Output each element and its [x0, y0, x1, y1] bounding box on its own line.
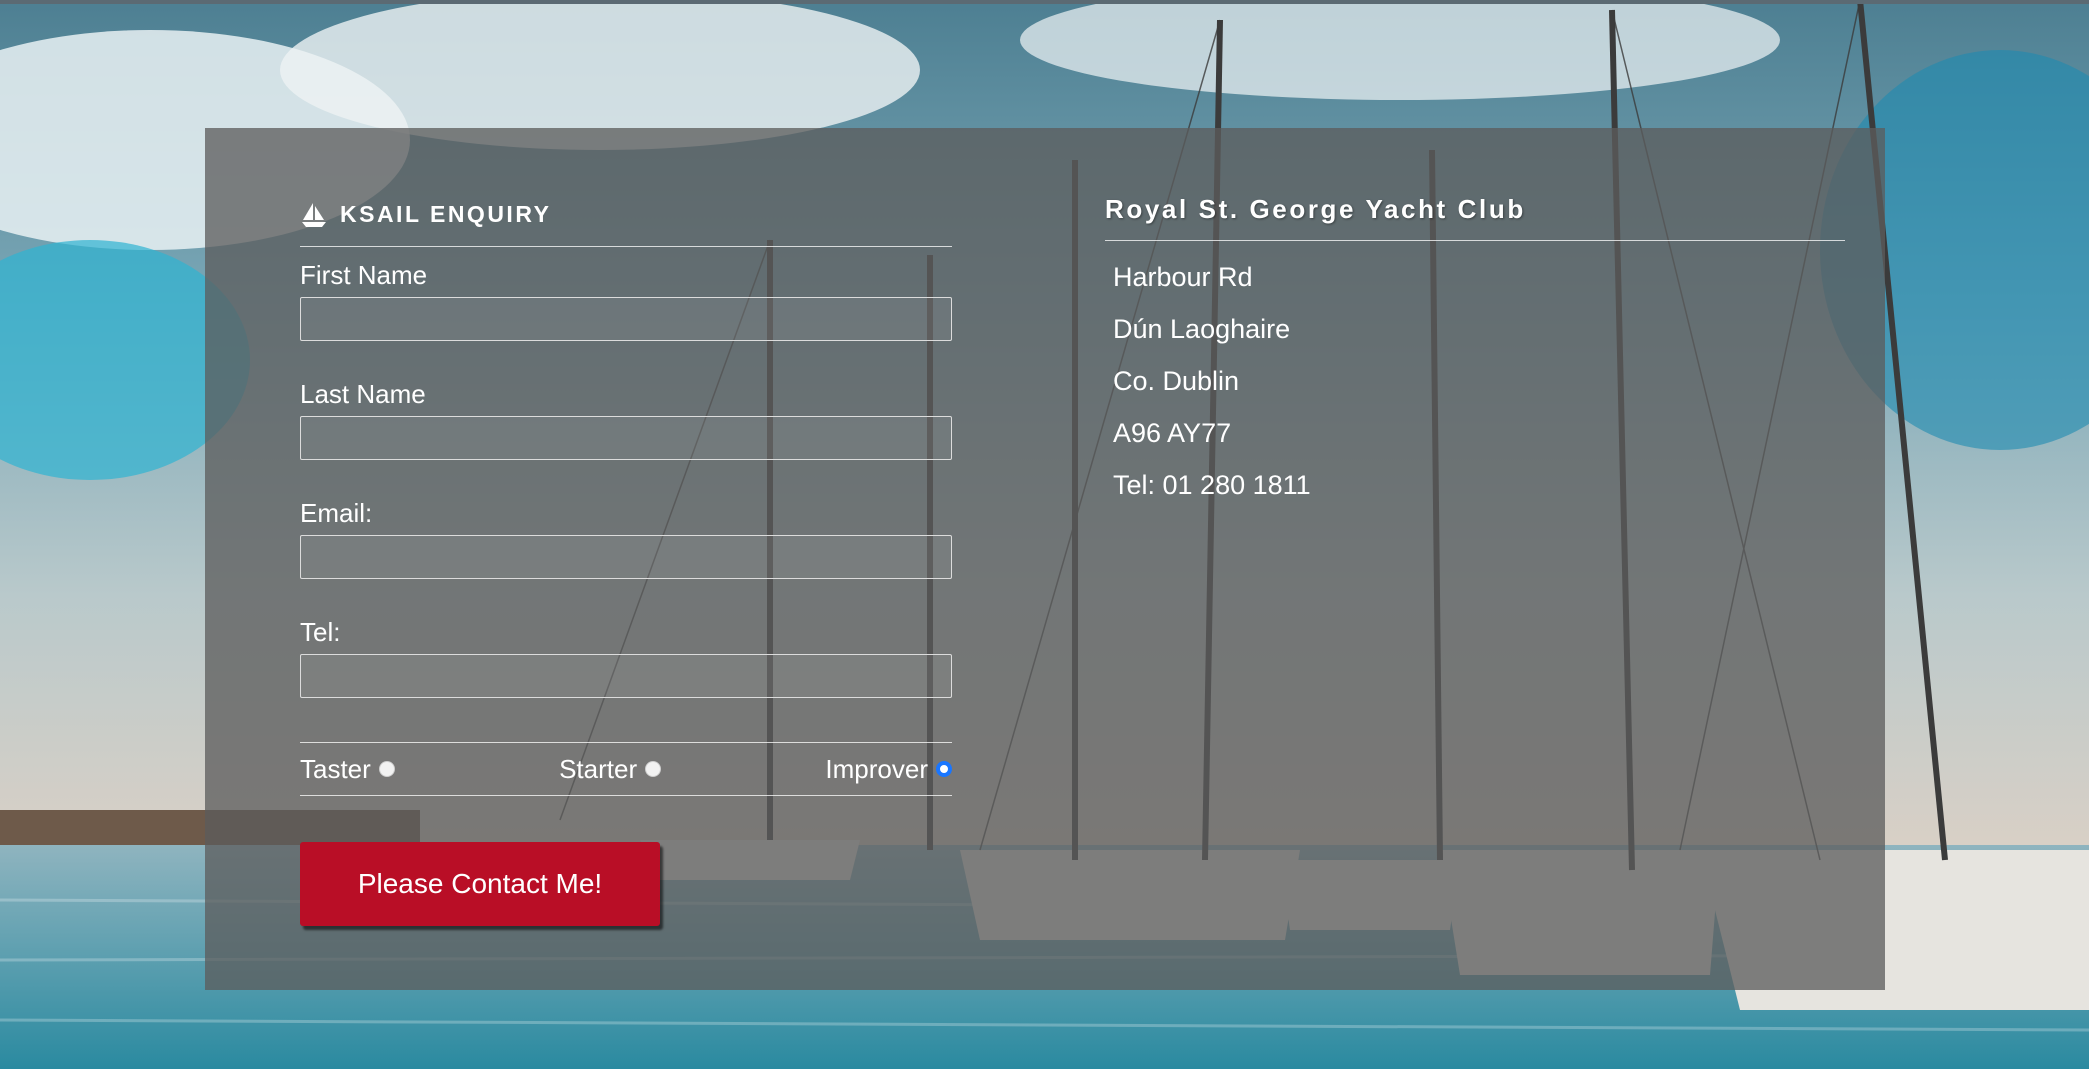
- first-name-label: First Name: [300, 260, 428, 290]
- taster-radio[interactable]: [378, 761, 395, 777]
- top-bar: [0, 0, 2089, 4]
- starter-label: Starter: [559, 753, 638, 784]
- email-input[interactable]: [300, 535, 952, 579]
- tel-input[interactable]: [300, 654, 952, 698]
- first-name-input[interactable]: [300, 297, 952, 341]
- sailboat-icon: [302, 203, 326, 227]
- level-option-improver[interactable]: Improver: [825, 754, 952, 785]
- email-label: Email:: [300, 498, 373, 528]
- email-field: Email:: [300, 497, 952, 579]
- enquiry-panel: KSAIL ENQUIRY First Name Last Name Email…: [205, 128, 1885, 990]
- enquiry-form: KSAIL ENQUIRY First Name Last Name Email…: [300, 192, 952, 926]
- club-phone: Tel: 01 280 1811: [1113, 470, 1311, 500]
- level-option-starter[interactable]: Starter: [559, 753, 662, 785]
- address-line: Dún Laoghaire: [1113, 314, 1291, 344]
- last-name-label: Last Name: [300, 379, 426, 409]
- address-line: Co. Dublin: [1113, 366, 1240, 396]
- improver-radio[interactable]: [935, 761, 952, 777]
- tel-label: Tel:: [300, 617, 341, 647]
- form-title-text: KSAIL ENQUIRY: [340, 200, 552, 227]
- first-name-field: First Name: [300, 259, 952, 341]
- please-contact-me-button[interactable]: Please Contact Me!: [300, 842, 660, 926]
- address-line: Harbour Rd: [1113, 262, 1253, 292]
- level-option-taster[interactable]: Taster: [300, 754, 395, 785]
- club-name: Royal St. George Yacht Club: [1105, 194, 1845, 241]
- improver-label: Improver: [825, 753, 928, 784]
- tel-field: Tel:: [300, 616, 952, 698]
- starter-radio[interactable]: [645, 761, 662, 777]
- last-name-input[interactable]: [300, 416, 952, 460]
- level-radio-group: Taster Starter Improver: [300, 742, 952, 796]
- club-address: Harbour Rd Dún Laoghaire Co. Dublin A96 …: [1113, 251, 1845, 511]
- taster-label: Taster: [300, 753, 371, 784]
- last-name-field: Last Name: [300, 378, 952, 460]
- address-line: A96 AY77: [1113, 418, 1232, 448]
- club-info: Royal St. George Yacht Club Harbour Rd D…: [1105, 194, 1845, 511]
- form-title: KSAIL ENQUIRY: [300, 192, 952, 247]
